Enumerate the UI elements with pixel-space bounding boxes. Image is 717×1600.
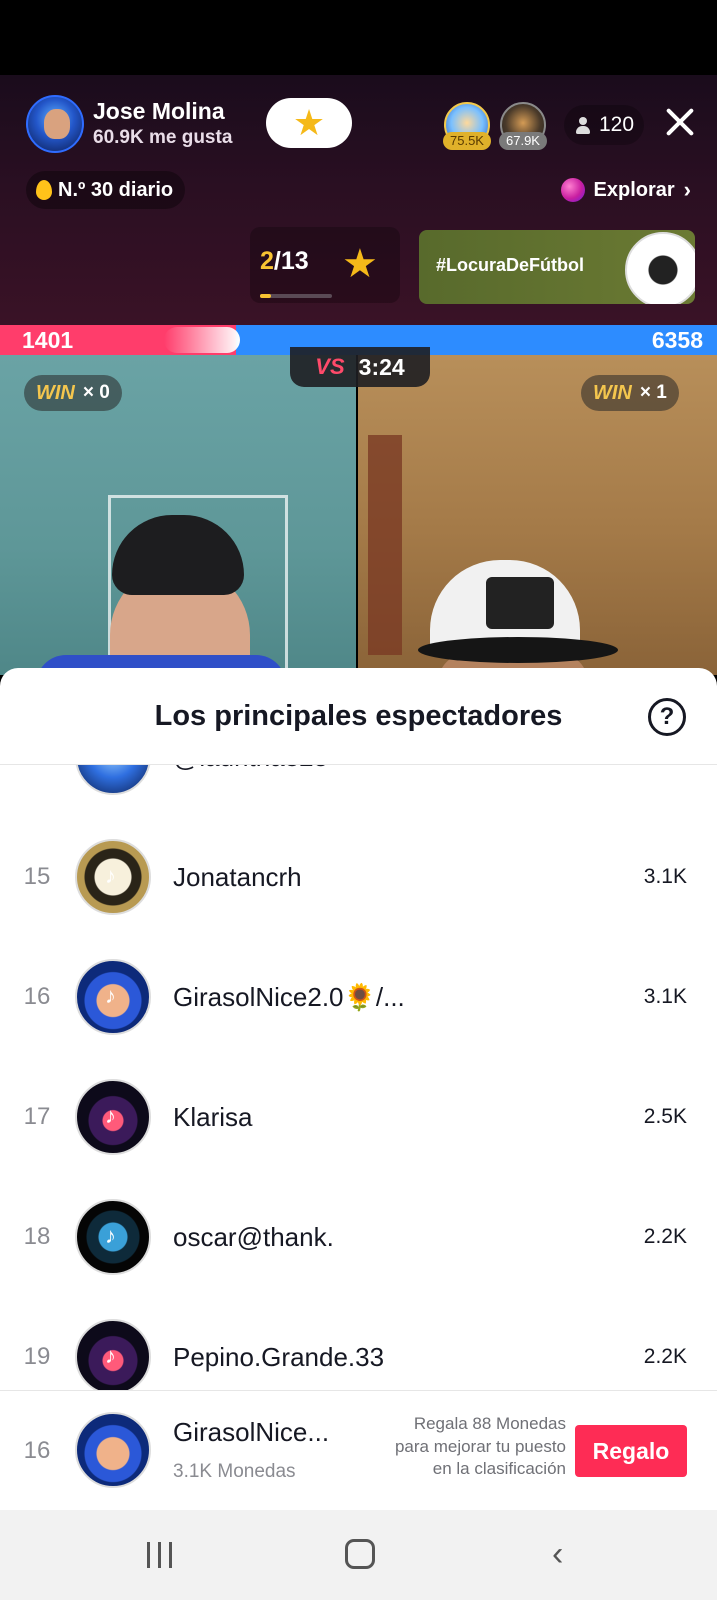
list-item-avatar[interactable]: ♪: [75, 1079, 151, 1155]
list-item[interactable]: 14 ♪ @lauritha325 3.1K: [0, 765, 717, 817]
list-item-avatar[interactable]: ♪: [75, 1319, 151, 1390]
host-name: Jose Molina: [93, 98, 225, 124]
list-item-rank: 17: [23, 1103, 51, 1130]
close-icon[interactable]: [660, 102, 700, 142]
win-counter-right: WIN × 1: [581, 375, 679, 411]
tiktok-icon: ♪: [105, 863, 116, 888]
list-item-coins: 3.1K: [643, 985, 687, 1008]
home-icon[interactable]: [345, 1539, 375, 1569]
list-item-avatar[interactable]: ♪: [75, 959, 151, 1035]
cap-brim: [418, 637, 618, 663]
daily-rank-label: N.º 30 diario: [58, 178, 174, 201]
soccer-ball-icon: [625, 232, 695, 304]
top-viewer-badge-1: 75.5K: [443, 132, 491, 150]
list-item[interactable]: 18 ♪ oscar@thank. 2.2K: [0, 1177, 717, 1297]
host-likes: 60.9K me gusta: [93, 127, 233, 148]
viewer-list[interactable]: 14 ♪ @lauritha325 3.1K 15 ♪ Jonatancrh 3.1K 16 ♪ G…: [0, 765, 717, 1390]
viewer-count[interactable]: 120: [564, 105, 645, 145]
person-icon: [574, 116, 592, 134]
host-avatar[interactable]: [26, 95, 84, 153]
hashtag-banner[interactable]: #LocuraDeFútbol: [419, 230, 695, 304]
top-viewers-sheet: Los principales espectadores ? 14 ♪ @lauri…: [0, 668, 717, 1510]
list-item-name: GirasolNice2.0🌻/...: [173, 982, 405, 1012]
tiktok-icon: ♪: [105, 983, 116, 1008]
star-icon: ★: [342, 242, 378, 286]
my-avatar[interactable]: [75, 1412, 151, 1488]
win-count-right: × 1: [639, 382, 667, 403]
list-item-rank: 19: [23, 1343, 51, 1370]
win-count-left: × 0: [82, 382, 110, 403]
list-item[interactable]: 15 ♪ Jonatancrh 3.1K: [0, 817, 717, 937]
list-item-avatar[interactable]: ♪: [75, 1199, 151, 1275]
tiktok-icon: ♪: [105, 765, 116, 769]
rank-progress-card[interactable]: 2/13 ★: [250, 227, 400, 303]
list-item-name: @lauritha325: [173, 765, 328, 817]
live-header: Jose Molina 60.9K me gusta ★ 75.5K 67.9K…: [0, 75, 717, 325]
my-ranking-row: 16 GirasolNice... 3.1K Monedas Regala 88…: [0, 1390, 717, 1510]
list-item-avatar[interactable]: ♪: [75, 839, 151, 915]
my-rank: 16: [23, 1437, 51, 1464]
list-item-coins: 3.1K: [644, 765, 687, 817]
gift-hint: Regala 88 Monedas para mejorar tu puesto…: [394, 1414, 566, 1478]
explore-button[interactable]: Explorar ›: [553, 171, 699, 209]
win-label-left: WIN: [36, 381, 75, 404]
list-item-name: Jonatancrh: [173, 862, 302, 892]
list-item-rank: 14: [20, 765, 54, 817]
list-item-avatar[interactable]: ♪: [75, 765, 151, 795]
recent-apps-icon[interactable]: [147, 1542, 175, 1568]
hashtag-label: #LocuraDeFútbol: [436, 255, 585, 275]
list-item-coins: 2.2K: [643, 1345, 687, 1368]
planet-icon: [560, 178, 585, 202]
list-item-name: Klarisa: [173, 1102, 253, 1132]
tiktok-icon: ♪: [105, 1343, 116, 1368]
list-item-coins: 2.2K: [643, 1225, 687, 1248]
list-item-rank: 15: [23, 863, 51, 890]
daily-rank-badge[interactable]: N.º 30 diario: [26, 171, 186, 209]
list-item-coins: 2.5K: [643, 1105, 687, 1128]
my-coins: 3.1K Monedas: [173, 1461, 296, 1482]
top-viewer-badge-2: 67.9K: [499, 132, 547, 150]
help-icon[interactable]: ?: [648, 698, 686, 736]
sheet-title: Los principales espectadores: [154, 700, 563, 732]
list-item-rank: 16: [23, 983, 51, 1010]
back-icon[interactable]: ‹: [552, 1537, 574, 1571]
list-item-name: oscar@thank.: [173, 1222, 334, 1252]
gift-button[interactable]: Regalo: [575, 1425, 687, 1477]
system-nav-bar: ‹: [0, 1510, 717, 1600]
chevron-right-icon: ›: [683, 177, 691, 202]
my-name: GirasolNice...: [173, 1417, 330, 1447]
host-info[interactable]: Jose Molina 60.9K me gusta: [26, 95, 232, 153]
list-item[interactable]: 19 ♪ Pepino.Grande.33 2.2K: [0, 1297, 717, 1390]
explore-label: Explorar: [593, 178, 675, 201]
streak-effect: [164, 327, 240, 353]
cap-logo-patch: [486, 577, 554, 629]
rank-total: /13: [273, 247, 309, 275]
list-item[interactable]: 16 ♪ GirasolNice2.0🌻/... 3.1K: [0, 937, 717, 1057]
star-icon: ★: [292, 102, 326, 143]
flame-icon: [36, 180, 52, 200]
win-label-right: WIN: [593, 381, 632, 404]
vs-icon: VS: [315, 354, 345, 379]
battle-score-right: 6358: [651, 327, 703, 353]
viewer-count-value: 120: [599, 113, 635, 136]
list-item[interactable]: 17 ♪ Klarisa 2.5K: [0, 1057, 717, 1177]
list-item-rank: 18: [23, 1223, 51, 1250]
rank-progress-bar: [260, 294, 332, 298]
list-item-coins: 3.1K: [643, 865, 687, 888]
rank-progress-text: 2/13: [260, 247, 309, 276]
tiktok-icon: ♪: [105, 1223, 116, 1248]
battle-timer-value: 3:24: [358, 353, 405, 380]
status-bar: [0, 0, 717, 75]
star-follow-button[interactable]: ★: [266, 98, 352, 148]
background-pole: [368, 435, 402, 655]
rank-progress-fill: [260, 294, 271, 298]
win-counter-left: WIN × 0: [24, 375, 122, 411]
battle-score-left: 1401: [22, 327, 74, 353]
tiktok-icon: ♪: [105, 1103, 116, 1128]
list-item-name: Pepino.Grande.33: [173, 1342, 385, 1372]
rank-current: 2: [260, 247, 274, 275]
battle-timer: VS 3:24: [290, 347, 430, 387]
